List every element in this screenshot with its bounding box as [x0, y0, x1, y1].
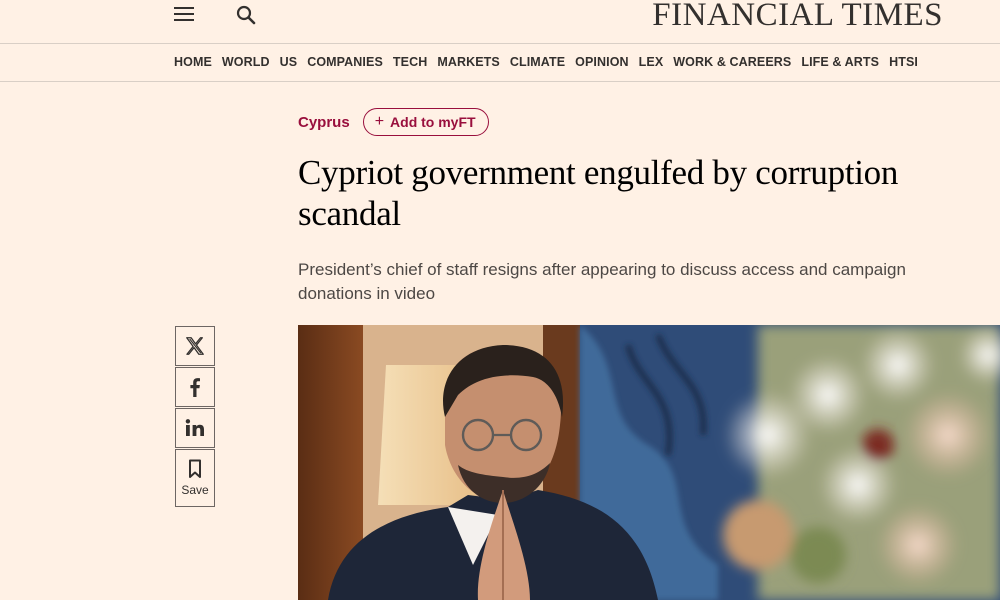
- nav-item-world[interactable]: WORLD: [222, 55, 270, 69]
- nav-item-opinion[interactable]: OPINION: [575, 55, 628, 69]
- main-nav: HOME WORLD US COMPANIES TECH MARKETS CLI…: [0, 44, 1000, 82]
- article-headline: Cypriot government engulfed by corruptio…: [298, 153, 899, 233]
- nav-item-htsi[interactable]: HTSI: [889, 55, 918, 69]
- nav-item-tech[interactable]: TECH: [393, 55, 427, 69]
- facebook-icon: [190, 378, 200, 397]
- hero-image: [298, 325, 1000, 600]
- nav-item-markets[interactable]: MARKETS: [437, 55, 500, 69]
- plus-icon: +: [374, 113, 385, 130]
- facebook-share-button[interactable]: [175, 367, 215, 407]
- article-standfirst: President’s chief of staff resigns after…: [298, 260, 906, 303]
- top-bar: FINANCIAL TIMES: [0, 0, 1000, 44]
- share-toolbar: Save: [175, 326, 215, 508]
- nav-item-us[interactable]: US: [280, 55, 298, 69]
- ft-logo[interactable]: FINANCIAL TIMES: [652, 0, 943, 35]
- nav-item-work-careers[interactable]: WORK & CAREERS: [673, 55, 791, 69]
- save-button[interactable]: Save: [175, 449, 215, 507]
- linkedin-share-button[interactable]: [175, 408, 215, 448]
- nav-item-companies[interactable]: COMPANIES: [307, 55, 383, 69]
- x-twitter-icon: [186, 337, 204, 355]
- topic-link[interactable]: Cyprus: [298, 114, 350, 131]
- nav-item-home[interactable]: HOME: [174, 55, 212, 69]
- nav-item-climate[interactable]: CLIMATE: [510, 55, 565, 69]
- save-label: Save: [181, 483, 209, 497]
- x-share-button[interactable]: [175, 326, 215, 366]
- add-to-myft-button[interactable]: + Add to myFT: [362, 108, 489, 136]
- linkedin-icon: [185, 419, 204, 436]
- nav-item-life-arts[interactable]: LIFE & ARTS: [801, 55, 879, 69]
- hamburger-menu-icon[interactable]: [172, 4, 196, 26]
- nav-item-lex[interactable]: LEX: [639, 55, 664, 69]
- add-to-myft-label: Add to myFT: [390, 114, 476, 130]
- topic-row: Cyprus + Add to myFT: [298, 108, 489, 136]
- search-icon[interactable]: [234, 3, 258, 27]
- bookmark-icon: [189, 459, 201, 478]
